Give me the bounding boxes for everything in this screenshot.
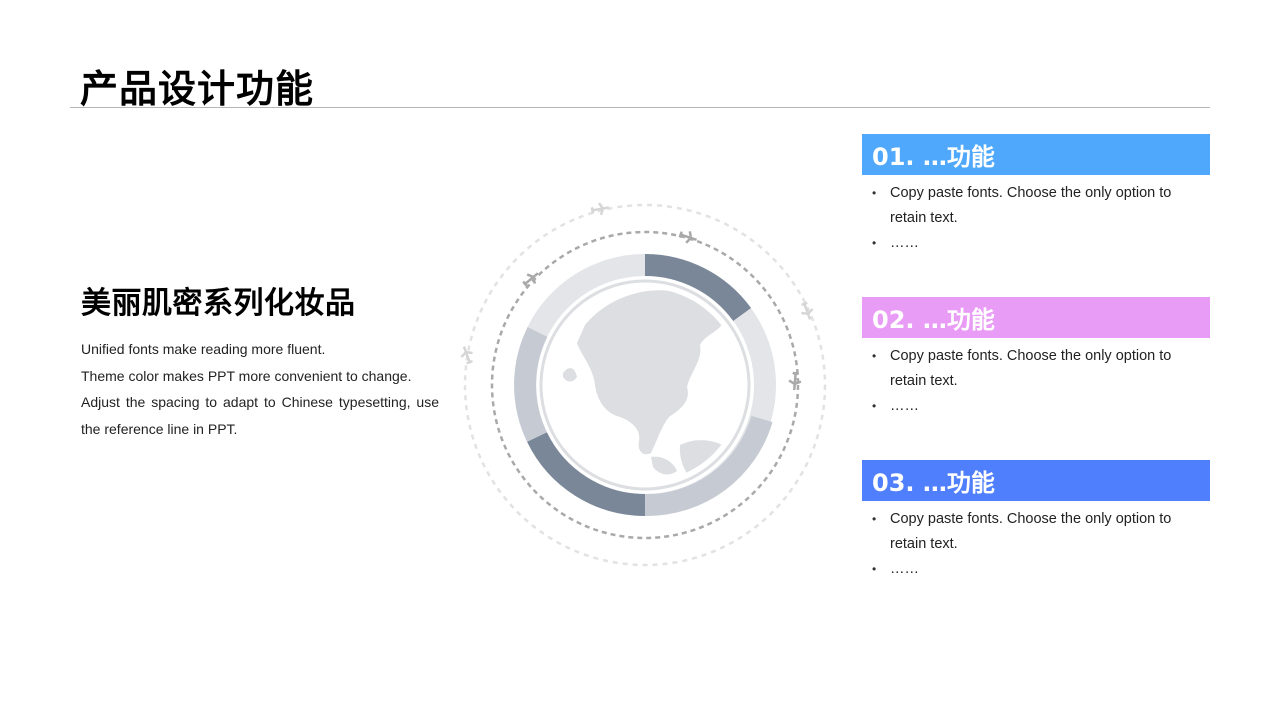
feature-bullets-2: Copy paste fonts. Choose the only option…	[862, 344, 1210, 419]
product-subtitle: 美丽肌密系列化妆品	[81, 286, 356, 321]
feature-header-3: 03. …功能	[862, 460, 1210, 501]
slide-title: 产品设计功能	[80, 67, 315, 111]
list-item: Copy paste fonts. Choose the only option…	[872, 507, 1210, 557]
title-divider	[70, 107, 1210, 108]
airplane-icon	[522, 272, 539, 287]
feature-header-1: 01. …功能	[862, 134, 1210, 175]
feature-card-3: 03. …功能 Copy paste fonts. Choose the onl…	[862, 460, 1210, 582]
airplane-icon	[590, 202, 610, 216]
list-item: ……	[872, 557, 1210, 582]
body-line-2: Theme color makes PPT more convenient to…	[81, 367, 412, 384]
feature-card-2: 02. …功能 Copy paste fonts. Choose the onl…	[862, 297, 1210, 419]
globe-ring-graphic	[460, 202, 827, 567]
list-item: ……	[872, 231, 1210, 256]
body-line-1: Unified fonts make reading more fluent.	[81, 341, 326, 357]
list-item: ……	[872, 394, 1210, 419]
segment-mid-left	[514, 327, 548, 442]
feature-bullets-1: Copy paste fonts. Choose the only option…	[862, 181, 1210, 256]
airplane-icon	[460, 346, 473, 365]
feature-card-1: 01. …功能 Copy paste fonts. Choose the onl…	[862, 134, 1210, 256]
list-item: Copy paste fonts. Choose the only option…	[872, 181, 1210, 231]
feature-header-2: 02. …功能	[862, 297, 1210, 338]
body-line-3: Adjust the spacing to adapt to Chinese t…	[81, 394, 439, 437]
intro-block: 美丽肌密系列化妆品 Unified fonts make reading mor…	[81, 278, 439, 442]
feature-bullets-3: Copy paste fonts. Choose the only option…	[862, 507, 1210, 582]
list-item: Copy paste fonts. Choose the only option…	[872, 344, 1210, 394]
airplane-icon	[678, 231, 697, 244]
airplane-icon	[788, 371, 802, 391]
